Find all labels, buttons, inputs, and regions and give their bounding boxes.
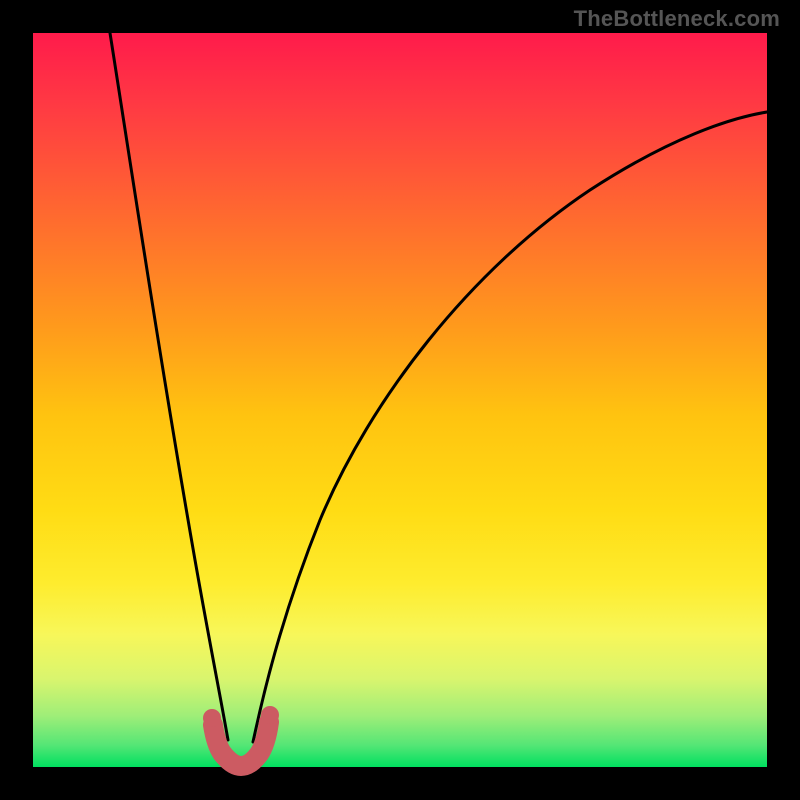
chart-frame: TheBottleneck.com [0,0,800,800]
watermark-text: TheBottleneck.com [574,6,780,32]
plot-background [33,33,767,767]
valley-dot-left [203,709,221,727]
chart-svg [0,0,800,800]
valley-dot-right [261,706,279,724]
